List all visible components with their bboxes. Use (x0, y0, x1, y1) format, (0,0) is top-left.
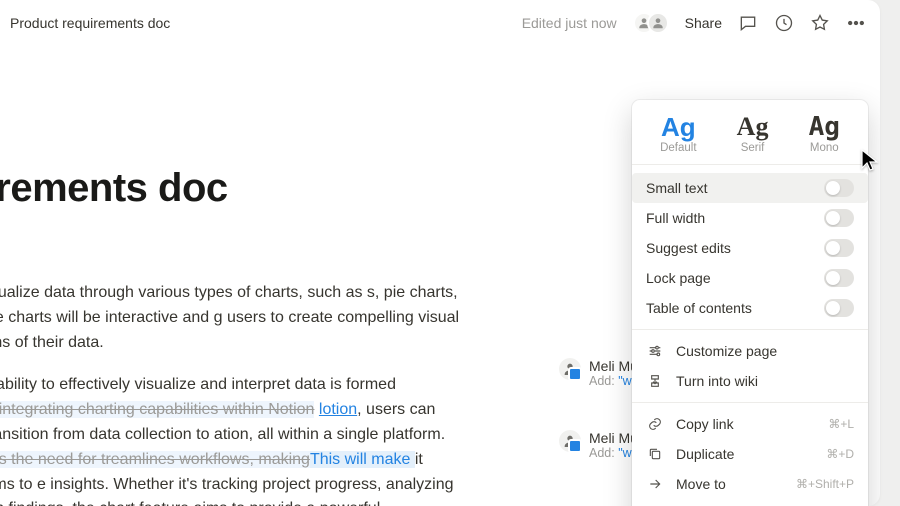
font-picker: Ag Default Ag Serif Ag Mono (632, 110, 868, 165)
comments-icon[interactable] (738, 13, 758, 33)
mouse-cursor (858, 148, 882, 177)
font-option-mono[interactable]: Ag Mono (809, 114, 840, 154)
comment-add-label: Add: (589, 446, 615, 460)
keyboard-shortcut: ⌘+D (826, 447, 854, 461)
divider (632, 402, 868, 403)
divider (632, 329, 868, 330)
page-body: requirements doc le users to visualize d… (0, 46, 880, 506)
paragraph[interactable]: ed world, the ability to effectively vis… (0, 373, 460, 506)
paragraph[interactable]: le users to visualize data through vario… (0, 281, 460, 355)
avatar (559, 358, 581, 380)
toggle-switch[interactable] (824, 299, 854, 317)
avatar (559, 430, 581, 452)
font-sample: Ag (809, 114, 840, 140)
action-section: Customize page Turn into wiki (632, 336, 868, 396)
sliders-icon (646, 342, 664, 360)
menu-duplicate[interactable]: Duplicate ⌘+D (632, 439, 868, 469)
toggle-section: Small text Full width Suggest edits Lock… (632, 165, 868, 323)
page-title[interactable]: requirements doc (0, 166, 460, 211)
menu-move-to[interactable]: Move to ⌘+Shift+P (632, 469, 868, 499)
font-option-default[interactable]: Ag Default (660, 114, 696, 154)
arrow-right-icon (646, 475, 664, 493)
toggle-label: Lock page (646, 270, 711, 286)
comment-add-label: Add: (589, 374, 615, 388)
menu-label: Copy link (676, 416, 734, 432)
star-icon[interactable] (810, 13, 830, 33)
menu-copy-link[interactable]: Copy link ⌘+L (632, 409, 868, 439)
menu-label: Customize page (676, 343, 777, 359)
convert-icon (646, 372, 664, 390)
toggle-table-of-contents[interactable]: Table of contents (632, 293, 868, 323)
toggle-switch[interactable] (824, 269, 854, 287)
page-options-menu: Ag Default Ag Serif Ag Mono Small text (632, 100, 868, 506)
toggle-switch[interactable] (824, 209, 854, 227)
menu-customize-page[interactable]: Customize page (632, 336, 868, 366)
inserted-text: This will make (310, 451, 415, 468)
page-content[interactable]: requirements doc le users to visualize d… (0, 166, 460, 506)
toggle-full-width[interactable]: Full width (632, 203, 868, 233)
font-option-serif[interactable]: Ag Serif (737, 114, 769, 154)
app-window: Product requirements doc Edited just now… (0, 0, 880, 506)
presence-avatars[interactable] (633, 12, 669, 34)
inserted-link[interactable]: lotion (319, 401, 357, 418)
keyboard-shortcut: ⌘+L (828, 417, 854, 431)
duplicate-icon (646, 445, 664, 463)
font-sample: Ag (661, 114, 696, 140)
toggle-small-text[interactable]: Small text (632, 173, 868, 203)
breadcrumb[interactable]: Product requirements doc (4, 11, 176, 35)
toggle-suggest-edits[interactable]: Suggest edits (632, 233, 868, 263)
menu-label: Duplicate (676, 446, 734, 462)
avatar (647, 12, 669, 34)
deleted-text: By integrating charting capabilities wit… (0, 401, 314, 418)
clock-icon[interactable] (774, 13, 794, 33)
link-icon (646, 415, 664, 433)
deleted-text: This eliminates the need for treamlines … (0, 451, 310, 468)
more-icon[interactable] (846, 13, 866, 33)
toggle-label: Suggest edits (646, 240, 731, 256)
topbar-actions: Edited just now Share (522, 12, 866, 34)
font-sample: Ag (737, 114, 769, 140)
font-label: Serif (741, 142, 765, 154)
menu-delete[interactable]: Delete (632, 499, 868, 506)
toggle-switch[interactable] (824, 179, 854, 197)
menu-label: Move to (676, 476, 726, 492)
toggle-label: Small text (646, 180, 707, 196)
edited-label: Edited just now (522, 15, 617, 31)
toggle-lock-page[interactable]: Lock page (632, 263, 868, 293)
menu-turn-into-wiki[interactable]: Turn into wiki (632, 366, 868, 396)
action-section: Copy link ⌘+L Duplicate ⌘+D Move to ⌘+Sh… (632, 409, 868, 506)
font-label: Default (660, 142, 696, 154)
toggle-switch[interactable] (824, 239, 854, 257)
toggle-label: Table of contents (646, 300, 752, 316)
toggle-label: Full width (646, 210, 705, 226)
topbar: Product requirements doc Edited just now… (0, 0, 880, 46)
font-label: Mono (810, 142, 839, 154)
menu-label: Turn into wiki (676, 373, 758, 389)
keyboard-shortcut: ⌘+Shift+P (796, 477, 854, 491)
share-button[interactable]: Share (685, 15, 722, 31)
